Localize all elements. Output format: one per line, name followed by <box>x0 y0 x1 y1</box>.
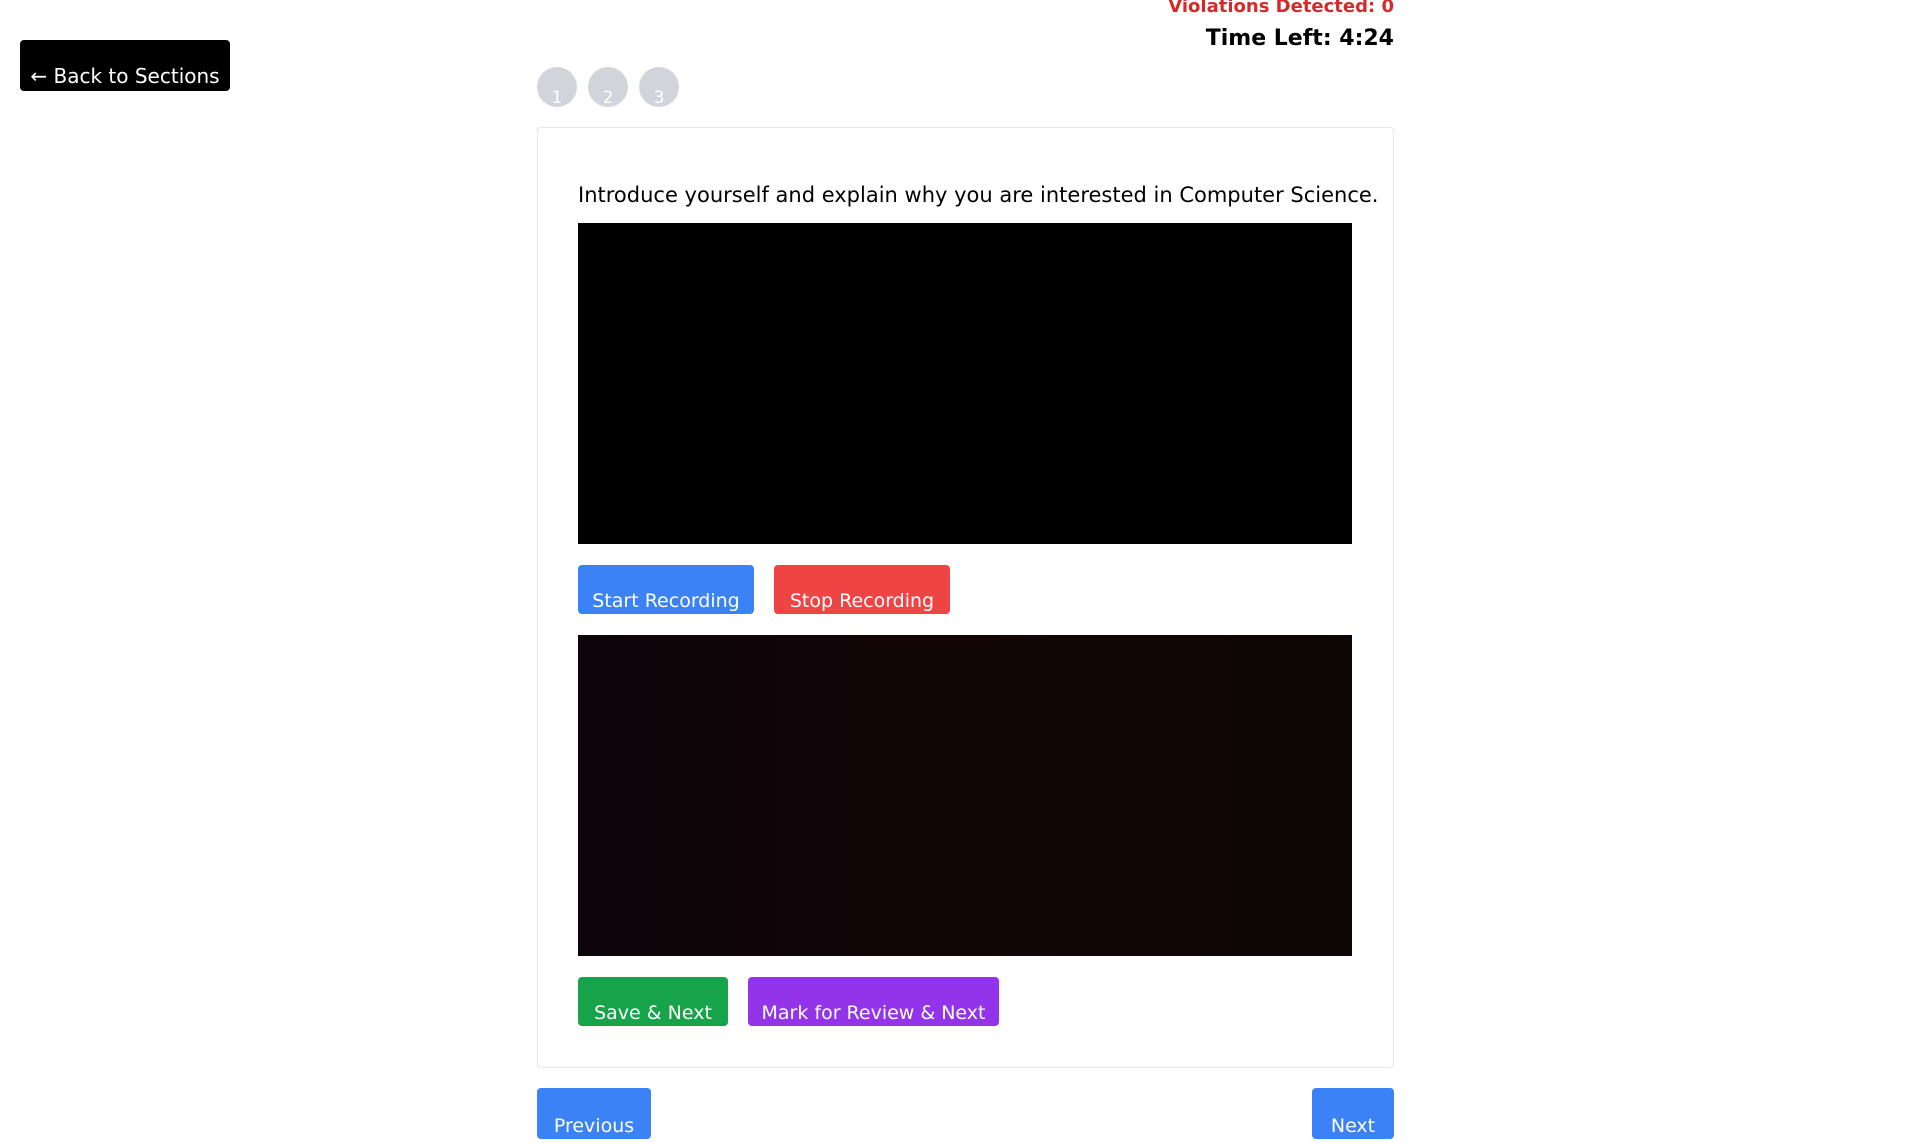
question-nav-item[interactable]: 2 <box>588 67 628 107</box>
question-text: Introduce yourself and explain why you a… <box>578 183 1379 207</box>
previous-button[interactable]: Previous <box>537 1088 651 1139</box>
violations-counter: Violations Detected: 0 <box>1168 0 1394 17</box>
question-nav-item[interactable]: 3 <box>639 67 679 107</box>
next-button[interactable]: Next <box>1312 1088 1394 1139</box>
question-nav-item[interactable]: 1 <box>537 67 577 107</box>
start-recording-button[interactable]: Start Recording <box>578 565 754 614</box>
save-and-next-button[interactable]: Save & Next <box>578 977 728 1026</box>
recording-playback-video[interactable] <box>578 223 1352 544</box>
mark-for-review-button[interactable]: Mark for Review & Next <box>748 977 999 1026</box>
webcam-preview-video <box>578 635 1352 956</box>
back-to-sections-button[interactable]: ← Back to Sections <box>20 40 230 91</box>
stop-recording-button[interactable]: Stop Recording <box>774 565 950 614</box>
time-left-timer: Time Left: 4:24 <box>1205 26 1394 51</box>
question-navigator: 1 2 3 <box>537 67 679 107</box>
